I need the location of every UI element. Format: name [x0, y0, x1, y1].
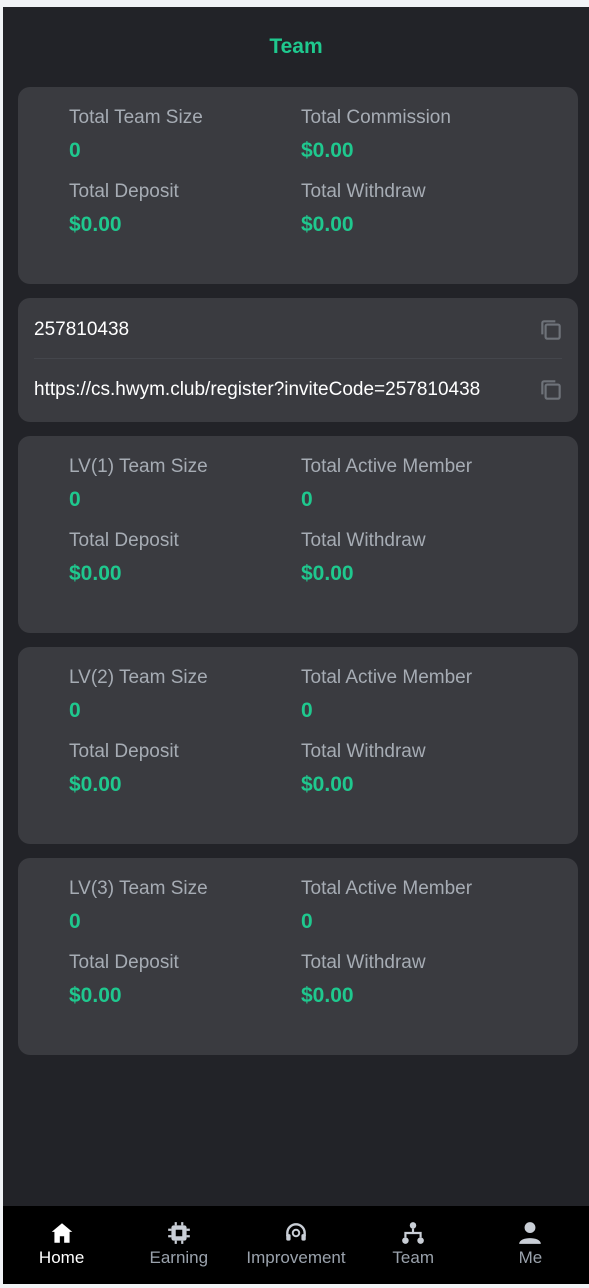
copy-icon[interactable] — [538, 317, 564, 343]
home-icon — [51, 1223, 72, 1243]
stat-value: 0 — [69, 910, 81, 933]
nav-label: Improvement — [246, 1248, 346, 1267]
stat-value: $0.00 — [301, 139, 354, 162]
total-deposit-stat: Total Deposit $0.00 — [69, 181, 179, 237]
invite-code: 257810438 — [34, 319, 130, 340]
level-team-size-stat: LV(2) Team Size 0 — [69, 667, 208, 723]
total-deposit-stat: Total Deposit $0.00 — [69, 952, 179, 1008]
stat-label: Total Withdraw — [301, 741, 426, 762]
active-member-stat: Total Active Member 0 — [301, 878, 472, 934]
invite-card: 257810438 https://cs.hwym.club/register?… — [18, 298, 578, 422]
stat-label: Total Active Member — [301, 667, 473, 688]
level-team-size-stat: LV(1) Team Size 0 — [69, 456, 208, 512]
total-withdraw-stat: Total Withdraw $0.00 — [301, 952, 426, 1008]
stat-label: Total Withdraw — [301, 181, 426, 202]
active-member-stat: Total Active Member 0 — [301, 456, 472, 512]
stat-value: 0 — [69, 139, 81, 162]
stat-label: Total Deposit — [69, 952, 179, 973]
chip-icon — [167, 1222, 190, 1244]
stat-value: $0.00 — [69, 562, 122, 585]
invite-link: https://cs.hwym.club/register?inviteCode… — [34, 379, 481, 400]
stat-label: Total Active Member — [301, 878, 473, 899]
stat-value: 0 — [301, 910, 313, 933]
stat-value: $0.00 — [69, 773, 122, 796]
team-tree-icon — [402, 1222, 425, 1244]
total-deposit-stat: Total Deposit $0.00 — [69, 741, 179, 797]
stat-label: LV(3) Team Size — [69, 878, 208, 899]
page-title: Team — [269, 35, 323, 58]
stat-value: 0 — [301, 488, 313, 511]
stat-value: 0 — [301, 699, 313, 722]
stat-value: 0 — [69, 488, 81, 511]
stat-label: Total Withdraw — [301, 952, 426, 973]
total-commission-stat: Total Commission $0.00 — [301, 107, 451, 163]
stat-label: Total Active Member — [301, 456, 473, 477]
stat-label: Total Deposit — [69, 181, 179, 202]
stat-label: Total Commission — [301, 107, 451, 128]
app-screen: Team Total Team Size 0 Total Commission … — [3, 7, 589, 1284]
nav-label: Me — [518, 1248, 543, 1267]
nav-item-team[interactable]: Team — [355, 1206, 472, 1284]
nav-item-me[interactable]: Me — [472, 1206, 589, 1284]
stat-value: $0.00 — [301, 562, 354, 585]
invite-code-row: 257810438 — [34, 308, 564, 352]
level-2-card: LV(2) Team Size 0 Total Active Member 0 … — [18, 647, 578, 844]
divider — [34, 358, 562, 359]
copy-icon[interactable] — [538, 377, 564, 403]
bottom-nav: Home Earning Improvement Team Me — [3, 1206, 589, 1284]
nav-label: Home — [38, 1248, 85, 1267]
stat-value: 0 — [69, 699, 81, 722]
nav-item-improvement[interactable]: Improvement — [237, 1206, 354, 1284]
total-deposit-stat: Total Deposit $0.00 — [69, 530, 179, 586]
total-withdraw-stat: Total Withdraw $0.00 — [301, 181, 426, 237]
nav-label: Earning — [149, 1248, 209, 1267]
headset-icon — [286, 1223, 306, 1241]
stat-value: $0.00 — [69, 213, 122, 236]
level-team-size-stat: LV(3) Team Size 0 — [69, 878, 208, 934]
stat-label: Total Withdraw — [301, 530, 426, 551]
stat-label: LV(1) Team Size — [69, 456, 208, 477]
level-1-card: LV(1) Team Size 0 Total Active Member 0 … — [18, 436, 578, 633]
stat-label: LV(2) Team Size — [69, 667, 208, 688]
team-summary-card: Total Team Size 0 Total Commission $0.00… — [18, 87, 578, 284]
stat-value: $0.00 — [301, 773, 354, 796]
nav-item-earning[interactable]: Earning — [120, 1206, 237, 1284]
nav-item-home[interactable]: Home — [3, 1206, 120, 1284]
level-3-card: LV(3) Team Size 0 Total Active Member 0 … — [18, 858, 578, 1055]
stat-label: Total Deposit — [69, 530, 179, 551]
nav-label: Team — [392, 1248, 434, 1267]
stat-label: Total Team Size — [69, 107, 203, 128]
stat-value: $0.00 — [69, 984, 122, 1007]
total-withdraw-stat: Total Withdraw $0.00 — [301, 741, 426, 797]
active-member-stat: Total Active Member 0 — [301, 667, 472, 723]
stat-value: $0.00 — [301, 984, 354, 1007]
invite-link-row: https://cs.hwym.club/register?inviteCode… — [34, 368, 564, 412]
total-team-size-stat: Total Team Size 0 — [69, 107, 203, 163]
total-withdraw-stat: Total Withdraw $0.00 — [301, 530, 426, 586]
user-icon — [519, 1222, 542, 1244]
stat-label: Total Deposit — [69, 741, 179, 762]
stat-value: $0.00 — [301, 213, 354, 236]
